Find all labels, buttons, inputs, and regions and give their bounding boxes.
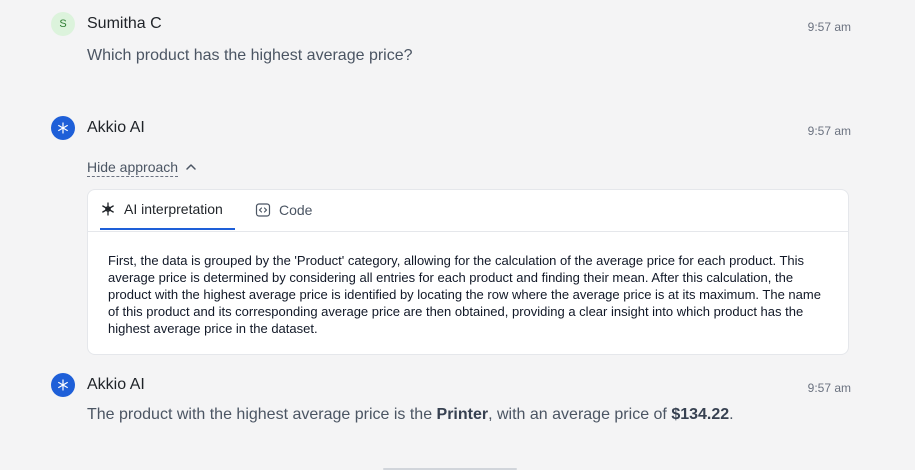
snowflake-icon <box>58 122 68 134</box>
message-header-ai: Akkio AI <box>51 116 145 140</box>
snowflake-icon <box>58 379 68 391</box>
answer-price: $134.22 <box>671 406 730 423</box>
code-icon <box>255 203 271 217</box>
sender-name: Akkio AI <box>87 376 145 393</box>
ai-avatar <box>51 373 75 397</box>
message-timestamp: 9:57 am <box>807 124 851 138</box>
message-header-ai: Akkio AI <box>51 373 145 397</box>
approach-panel: AI interpretation Code First, the data i… <box>87 189 849 355</box>
hide-approach-toggle[interactable]: Hide approach <box>87 157 198 177</box>
avatar-letter: S <box>59 18 67 30</box>
ai-answer: The product with the highest average pri… <box>87 406 734 424</box>
user-question: Which product has the highest average pr… <box>87 47 413 64</box>
answer-suffix: . <box>729 406 734 423</box>
sparkle-icon <box>102 202 114 216</box>
tab-label: AI interpretation <box>124 201 223 217</box>
message-header-user: S Sumitha C <box>51 12 162 36</box>
sender-name: Akkio AI <box>87 119 145 136</box>
tab-label: Code <box>279 202 313 218</box>
interpretation-text: First, the data is grouped by the 'Produ… <box>108 253 821 336</box>
tab-code[interactable]: Code <box>255 190 312 230</box>
sender-name: Sumitha C <box>87 15 162 32</box>
answer-prefix: The product with the highest average pri… <box>87 406 437 423</box>
message-timestamp: 9:57 am <box>807 381 851 395</box>
chevron-up-icon <box>186 164 196 170</box>
answer-product: Printer <box>436 406 489 423</box>
ai-avatar <box>51 116 75 140</box>
message-timestamp: 9:57 am <box>807 20 851 34</box>
hide-approach-label: Hide approach <box>87 158 179 177</box>
approach-tabs: AI interpretation Code <box>88 190 848 232</box>
tab-ai-interpretation[interactable]: AI interpretation <box>100 190 235 230</box>
avatar: S <box>51 12 75 36</box>
answer-middle: , with an average price of <box>488 406 672 423</box>
